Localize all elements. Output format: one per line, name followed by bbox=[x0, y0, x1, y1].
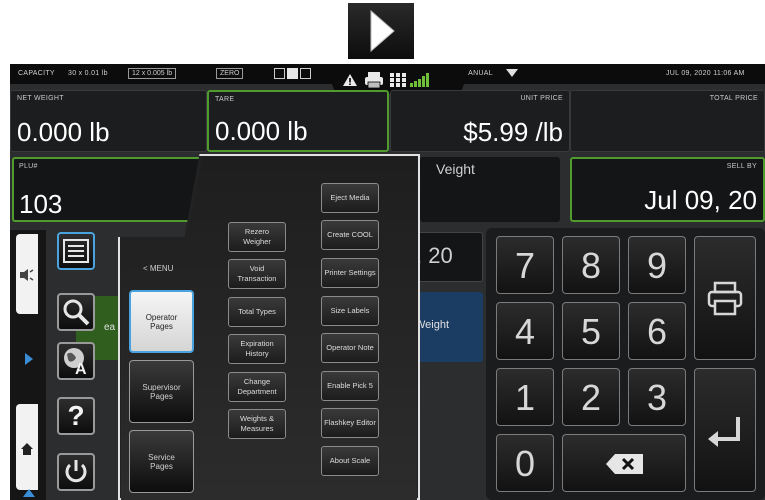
change-department-button[interactable]: Change Department bbox=[228, 372, 286, 402]
keypad: 7 8 9 4 5 6 1 2 3 0 bbox=[486, 228, 765, 500]
sell-by-field[interactable]: SELL BY Jul 09, 20 bbox=[570, 157, 765, 222]
net-weight-value: 0.000 lb bbox=[17, 117, 110, 147]
operator-note-button[interactable]: Operator Note bbox=[321, 333, 379, 363]
key-2[interactable]: 2 bbox=[562, 368, 620, 426]
net-weight-field: NET WEIGHT 0.000 lb bbox=[10, 90, 207, 152]
sell-by-label: SELL BY bbox=[726, 163, 757, 170]
power-button[interactable] bbox=[57, 453, 95, 491]
capacity-label: CAPACITY bbox=[18, 70, 55, 77]
supervisor-pages-button[interactable]: Supervisor Pages bbox=[129, 360, 194, 423]
weight-button-label: Weight bbox=[415, 319, 450, 331]
key-7[interactable]: 7 bbox=[496, 236, 554, 294]
supervisor-pages-label: Supervisor Pages bbox=[142, 382, 181, 401]
rezero-weigher-button[interactable]: Rezero Weigher bbox=[228, 222, 286, 252]
enter-key[interactable] bbox=[694, 368, 756, 492]
total-types-button[interactable]: Total Types bbox=[228, 297, 286, 327]
key-4[interactable]: 4 bbox=[496, 302, 554, 360]
date-time: JUL 09, 2020 11:06 AM bbox=[666, 70, 745, 77]
unit-price-field[interactable]: UNIT PRICE $5.99 /lb bbox=[390, 90, 570, 152]
key-1[interactable]: 1 bbox=[496, 368, 554, 426]
play-arrow-tile[interactable] bbox=[348, 3, 414, 59]
key-8[interactable]: 8 bbox=[562, 236, 620, 294]
menu-title[interactable]: < MENU bbox=[143, 264, 173, 273]
key-0[interactable]: 0 bbox=[496, 434, 554, 492]
globe-icon: A bbox=[64, 348, 87, 376]
flashkey-editor-button[interactable]: Flashkey Editor bbox=[321, 408, 379, 438]
total-price-label: TOTAL PRICE bbox=[709, 95, 758, 102]
weight-field: Veight bbox=[420, 157, 560, 222]
warning-icon bbox=[343, 74, 357, 86]
scale-screen: CAPACITY 30 x 0.01 lb 12 x 0.005 lb ZERO… bbox=[10, 64, 765, 500]
printer-icon bbox=[365, 72, 383, 89]
enable-pick-5-button[interactable]: Enable Pick 5 bbox=[321, 371, 379, 401]
key-3[interactable]: 3 bbox=[628, 368, 686, 426]
date-partial-value: , 20 bbox=[416, 243, 453, 268]
weight-partial-label: Veight bbox=[436, 161, 475, 177]
chevron-right-icon[interactable] bbox=[24, 352, 34, 366]
weights-measures-button[interactable]: Weights & Measures bbox=[228, 409, 286, 439]
service-pages-button[interactable]: Service Pages bbox=[129, 430, 194, 493]
search-button[interactable] bbox=[57, 293, 95, 331]
capacity-range-1: 30 x 0.01 lb bbox=[68, 70, 108, 77]
help-button[interactable]: ? bbox=[57, 397, 95, 435]
unit-price-value: $5.99 /lb bbox=[463, 117, 563, 147]
left-partial-label: ea bbox=[104, 322, 116, 333]
plu-field[interactable]: PLU# 103 bbox=[12, 157, 207, 222]
dropdown-icon[interactable] bbox=[505, 68, 519, 78]
side-tab-top[interactable] bbox=[16, 234, 38, 314]
grid-icon bbox=[390, 73, 406, 87]
weight-button-partial[interactable]: Weight bbox=[415, 292, 483, 362]
expiration-history-button[interactable]: Expiration History bbox=[228, 334, 286, 364]
print-key[interactable] bbox=[694, 236, 756, 360]
backspace-icon bbox=[606, 454, 643, 474]
search-icon bbox=[63, 299, 90, 326]
key-9[interactable]: 9 bbox=[628, 236, 686, 294]
plu-label: PLU# bbox=[19, 163, 38, 170]
capacity-range-2: 12 x 0.005 lb bbox=[128, 68, 177, 79]
signal-icon bbox=[410, 73, 429, 87]
enter-icon bbox=[708, 417, 740, 447]
home-icon bbox=[21, 443, 33, 455]
play-arrow-icon bbox=[370, 9, 395, 53]
eject-media-button[interactable]: Eject Media bbox=[321, 183, 379, 213]
help-icon: ? bbox=[67, 400, 85, 431]
date-field-partial[interactable]: , 20 bbox=[415, 232, 483, 282]
sell-by-value: Jul 09, 20 bbox=[644, 185, 757, 215]
unit-price-label: UNIT PRICE bbox=[520, 95, 563, 102]
void-transaction-button[interactable]: Void Transaction bbox=[228, 259, 286, 289]
chevron-up-icon[interactable] bbox=[22, 488, 36, 498]
speaker-icon bbox=[20, 269, 34, 281]
operator-pages-label: Operator Pages bbox=[145, 312, 178, 331]
tare-field[interactable]: TARE 0.000 lb bbox=[207, 90, 389, 152]
tare-label: TARE bbox=[215, 96, 235, 103]
tare-value: 0.000 lb bbox=[215, 116, 308, 146]
key-6[interactable]: 6 bbox=[628, 302, 686, 360]
tare-mode-indicator bbox=[274, 68, 312, 79]
operator-pages-button[interactable]: Operator Pages bbox=[129, 290, 194, 353]
service-pages-label: Service Pages bbox=[148, 452, 175, 471]
key-5[interactable]: 5 bbox=[562, 302, 620, 360]
language-button[interactable]: A bbox=[57, 342, 95, 380]
printer-icon bbox=[707, 281, 743, 316]
svg-text:A: A bbox=[75, 361, 87, 376]
list-button[interactable] bbox=[57, 232, 95, 270]
net-weight-label: NET WEIGHT bbox=[17, 95, 64, 102]
printer-settings-button[interactable]: Printer Settings bbox=[321, 258, 379, 288]
zero-indicator: ZERO bbox=[216, 68, 244, 79]
total-price-field: TOTAL PRICE bbox=[570, 90, 765, 152]
backspace-key[interactable] bbox=[562, 434, 686, 492]
list-icon bbox=[63, 239, 89, 263]
power-icon bbox=[65, 460, 87, 483]
side-tab-bottom[interactable] bbox=[16, 404, 38, 490]
size-labels-button[interactable]: Size Labels bbox=[321, 296, 379, 326]
about-scale-button[interactable]: About Scale bbox=[321, 446, 379, 476]
create-cool-button[interactable]: Create COOL bbox=[321, 220, 379, 250]
plu-value: 103 bbox=[19, 189, 63, 219]
